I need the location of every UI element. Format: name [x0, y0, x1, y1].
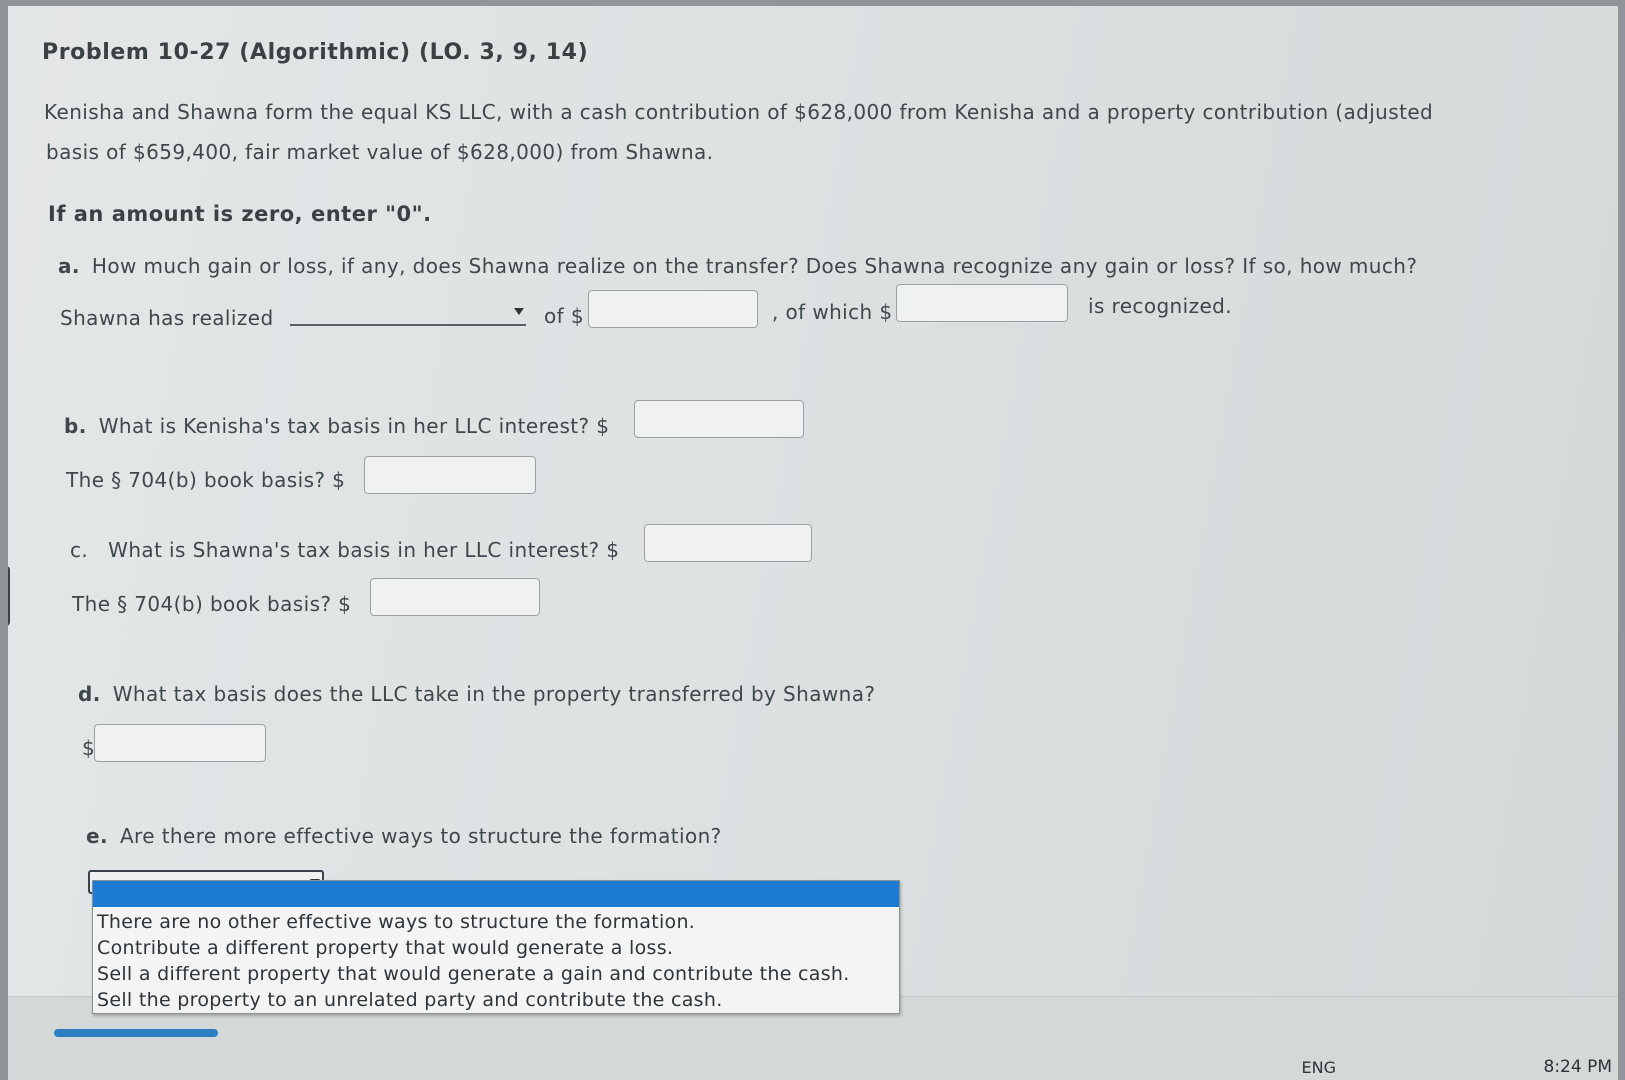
part-e-question-text: Are there more effective ways to structu… — [119, 824, 722, 848]
part-e-options-list: There are no other effective ways to str… — [92, 880, 900, 1014]
part-a-question-text: How much gain or loss, if any, does Shaw… — [91, 254, 1418, 278]
part-a-realized-dropdown[interactable] — [290, 302, 526, 326]
language-indicator[interactable]: ENG — [1302, 1058, 1336, 1077]
part-d-letter: d. — [78, 682, 101, 706]
part-b-tax-basis-input[interactable] — [634, 400, 804, 438]
part-a-letter: a. — [58, 254, 80, 278]
option-contribute-loss-property[interactable]: Contribute a different property that wou… — [97, 937, 673, 959]
part-b-question-text: What is Kenisha's tax basis in her LLC i… — [98, 414, 610, 438]
part-c-book-basis-input[interactable] — [370, 578, 540, 616]
horizontal-scrollbar[interactable] — [54, 1029, 218, 1037]
intro-text-line-2: basis of $659,400, fair market value of … — [46, 140, 714, 164]
clock[interactable]: 8:24 PM — [1544, 1057, 1613, 1077]
part-c-tax-basis-input[interactable] — [644, 524, 812, 562]
part-a-recognized-input[interactable] — [896, 284, 1068, 322]
zero-instruction: If an amount is zero, enter "0". — [48, 202, 432, 226]
part-c-book-label: The § 704(b) book basis? $ — [72, 592, 352, 616]
problem-page: Problem 10-27 (Algorithmic) (LO. 3, 9, 1… — [8, 6, 1618, 1080]
part-d-question: d. What tax basis does the LLC take in th… — [78, 682, 875, 706]
chevron-down-icon — [514, 308, 524, 315]
part-a-suffix: is recognized. — [1088, 294, 1233, 318]
part-b-question: b. What is Kenisha's tax basis in her LLC… — [64, 414, 609, 438]
problem-title: Problem 10-27 (Algorithmic) (LO. 3, 9, 1… — [42, 40, 589, 65]
highlighted-option[interactable] — [93, 881, 899, 907]
part-d-dollar-sign: $ — [82, 736, 95, 760]
option-sell-to-unrelated-party[interactable]: Sell the property to an unrelated party … — [97, 989, 723, 1011]
option-sell-gain-property[interactable]: Sell a different property that would gen… — [97, 963, 850, 985]
part-a-question: a. How much gain or loss, if any, does Sh… — [58, 254, 1417, 278]
part-d-basis-input[interactable] — [94, 724, 266, 762]
part-a-of-label: of $ — [544, 304, 584, 328]
part-b-book-label: The § 704(b) book basis? $ — [66, 468, 346, 492]
part-a-of-which-label: , of which $ — [772, 300, 893, 324]
part-c-letter: c. — [70, 538, 89, 562]
part-a-prefix: Shawna has realized — [60, 306, 274, 330]
option-no-other-ways[interactable]: There are no other effective ways to str… — [97, 911, 695, 933]
part-b-letter: b. — [64, 414, 87, 438]
part-b-book-basis-input[interactable] — [364, 456, 536, 494]
part-d-question-text: What tax basis does the LLC take in the … — [112, 682, 876, 706]
part-c-question: c. What is Shawna's tax basis in her LLC … — [70, 538, 619, 562]
part-c-question-text: What is Shawna's tax basis in her LLC in… — [108, 538, 620, 562]
part-e-question: e. Are there more effective ways to struc… — [86, 824, 722, 848]
part-a-amount-input[interactable] — [588, 290, 758, 328]
part-e-letter: e. — [86, 824, 108, 848]
window-edge-handle — [8, 566, 10, 626]
intro-text-line-1: Kenisha and Shawna form the equal KS LLC… — [44, 100, 1434, 124]
